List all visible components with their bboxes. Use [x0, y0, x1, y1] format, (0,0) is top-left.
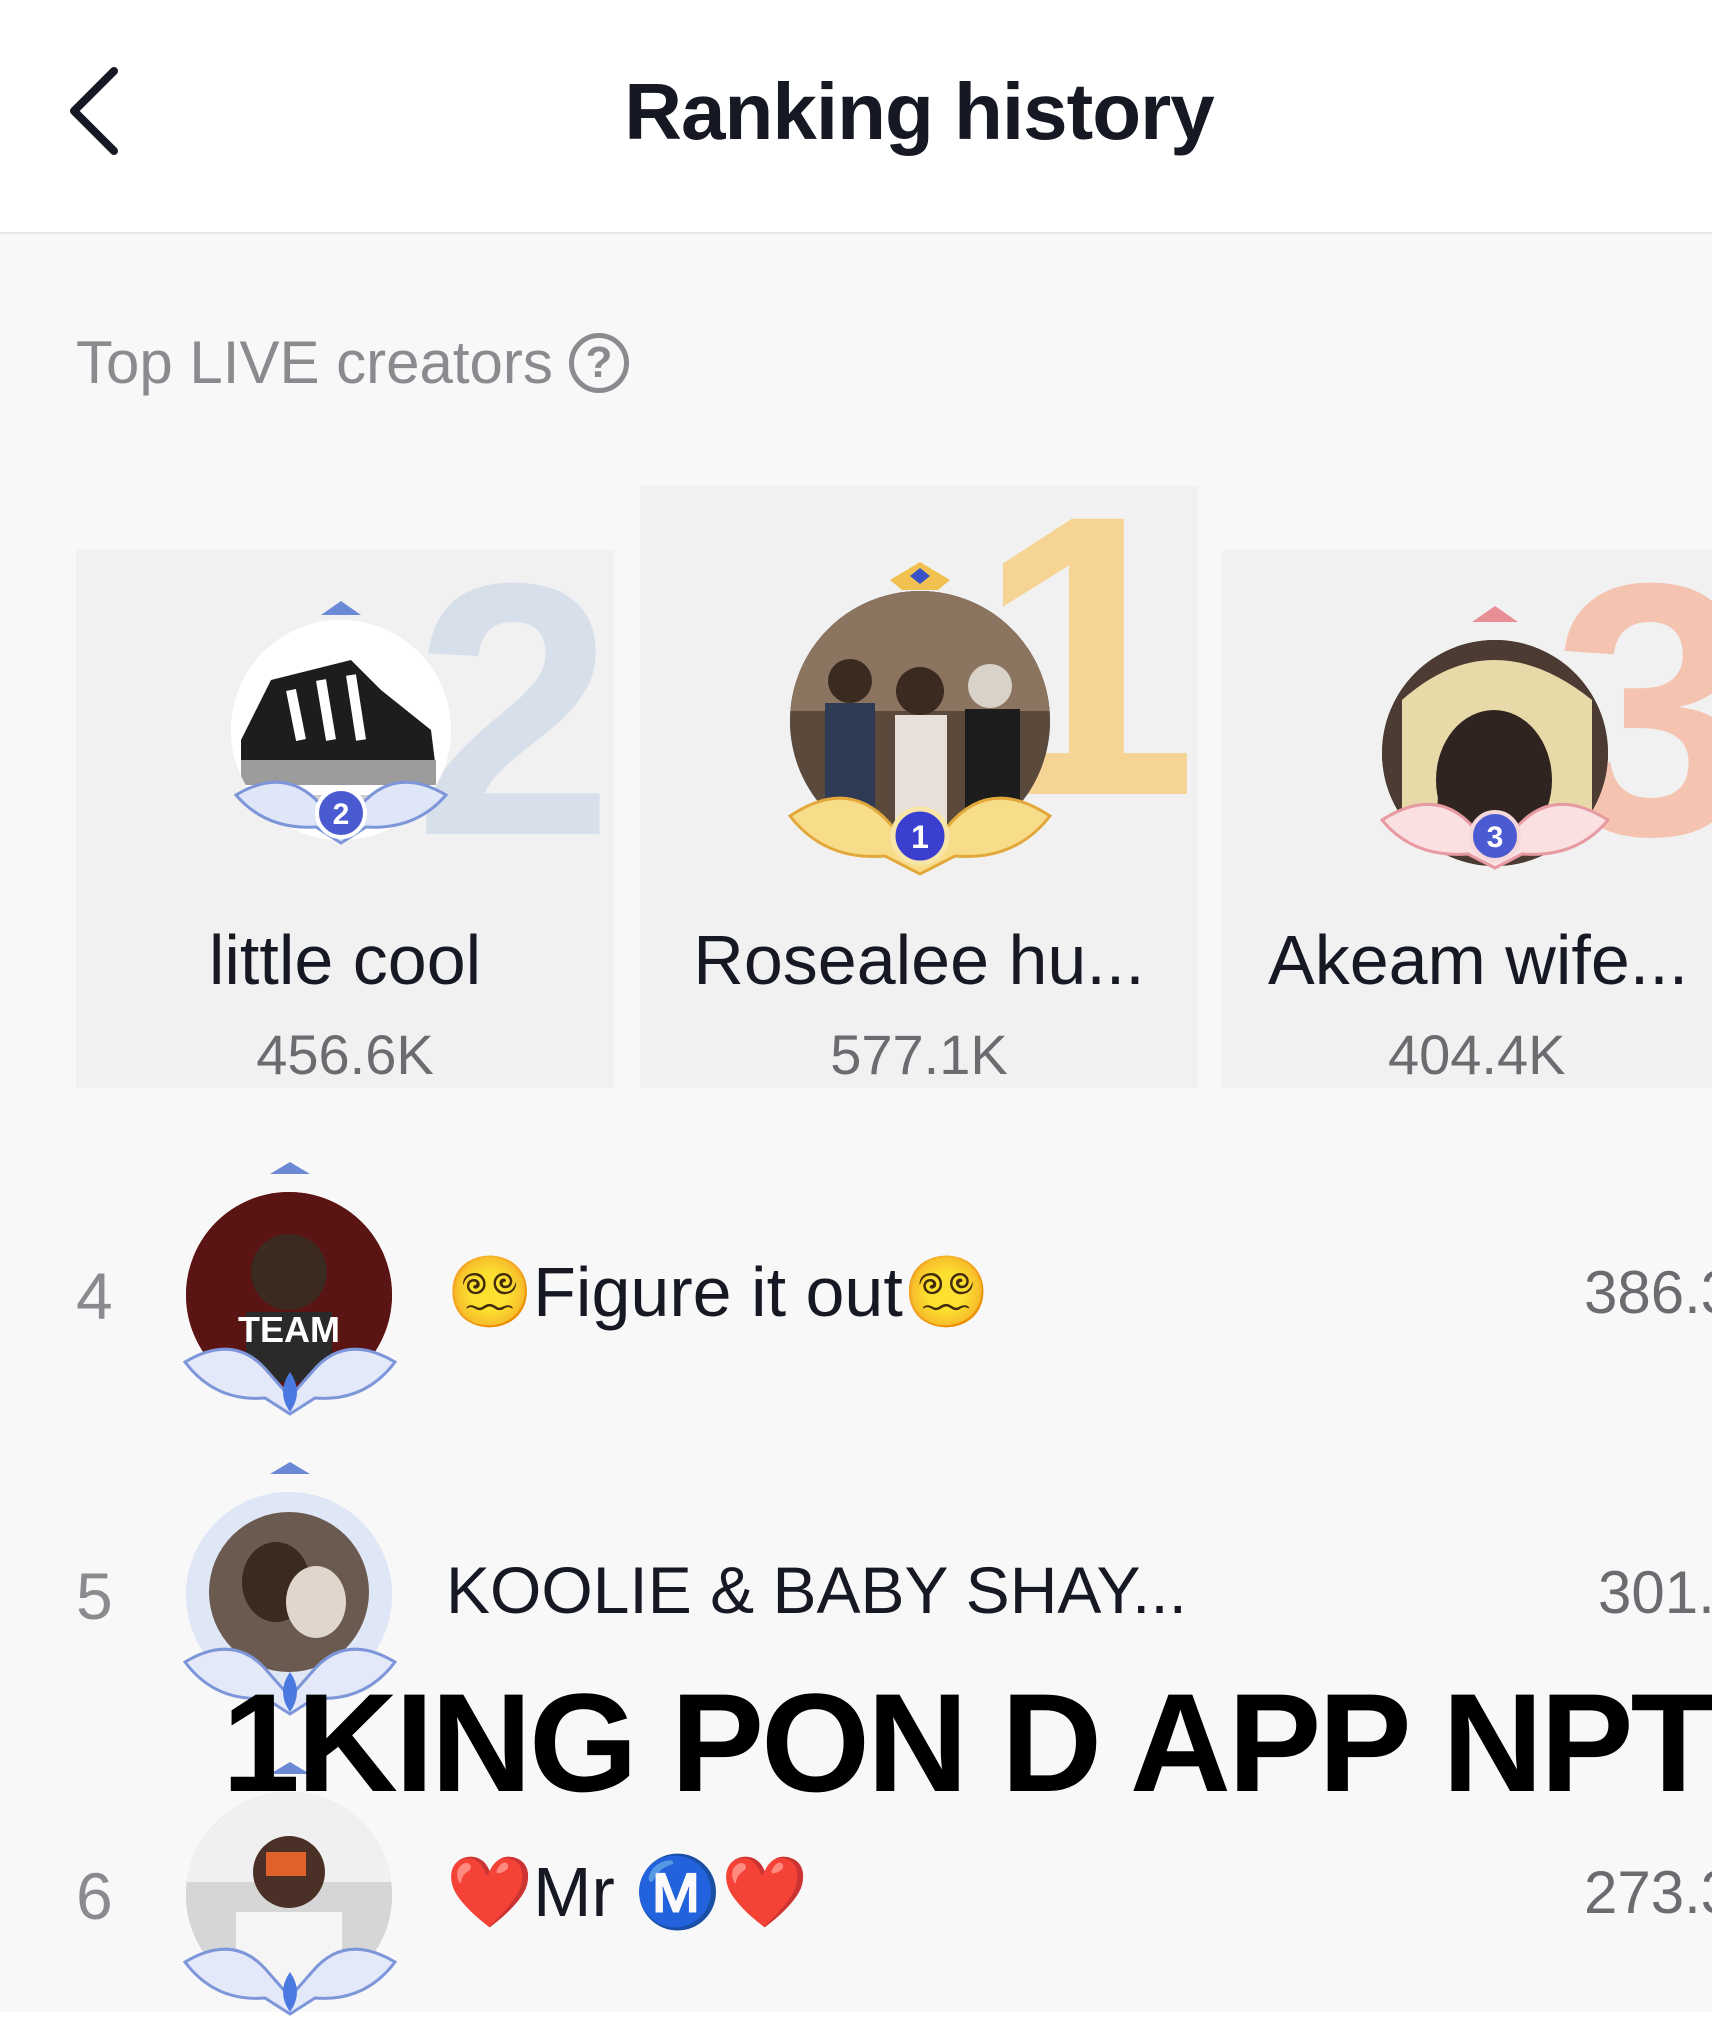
creator-score: 456.6K — [256, 1023, 434, 1086]
creator-name: KOOLIE & BABY SHAY... — [446, 1553, 1188, 1627]
creator-name: ❤️Mr Ⓜ️❤️ — [446, 1853, 809, 1931]
rank-badge-icon: 3 — [1379, 606, 1611, 870]
svg-text:3: 3 — [1487, 821, 1504, 854]
rank-badge-icon: 2 — [233, 601, 449, 845]
question-circle-icon[interactable]: ? — [568, 332, 629, 393]
creator-score: 577.1K — [830, 1023, 1008, 1086]
creator-score: 386.3 — [1584, 1259, 1712, 1326]
section-title: Top LIVE creators — [76, 329, 553, 396]
page-title: Ranking history — [624, 67, 1215, 156]
podium-card-rank-1[interactable]: 1 1 Rosealee hu... 577.1K — [640, 486, 1198, 1088]
rank-number: 6 — [76, 1859, 113, 1933]
podium-card-rank-2[interactable]: 2 2 little cool 456.6K — [76, 550, 614, 1088]
creator-score: 404.4K — [1388, 1023, 1566, 1086]
svg-text:2: 2 — [333, 798, 350, 831]
creator-score: 301.1 — [1598, 1559, 1712, 1626]
rank-badge-icon — [182, 1162, 398, 1416]
list-item[interactable]: 4 TEAM 😵‍💫Figure it out😵‍💫 386.3 — [0, 1140, 1712, 1440]
rank-number: 5 — [76, 1559, 113, 1633]
rank-badge-icon: 1 — [787, 562, 1053, 876]
creator-name: 😵‍💫Figure it out😵‍💫 — [446, 1253, 990, 1331]
section-header: Top LIVE creators ? — [76, 328, 629, 397]
overlay-caption: 1KING PON D APP NPT — [222, 1664, 1712, 1821]
rank-number: 4 — [76, 1259, 113, 1333]
creator-score: 273.3 — [1584, 1859, 1712, 1926]
podium-card-rank-3[interactable]: 3 3 Akeam wife... 404.4K — [1222, 550, 1712, 1088]
creator-name: Akeam wife... — [1268, 921, 1689, 999]
creator-name: Rosealee hu... — [693, 921, 1145, 999]
svg-text:1: 1 — [911, 819, 929, 855]
creator-name: little cool — [208, 921, 482, 999]
